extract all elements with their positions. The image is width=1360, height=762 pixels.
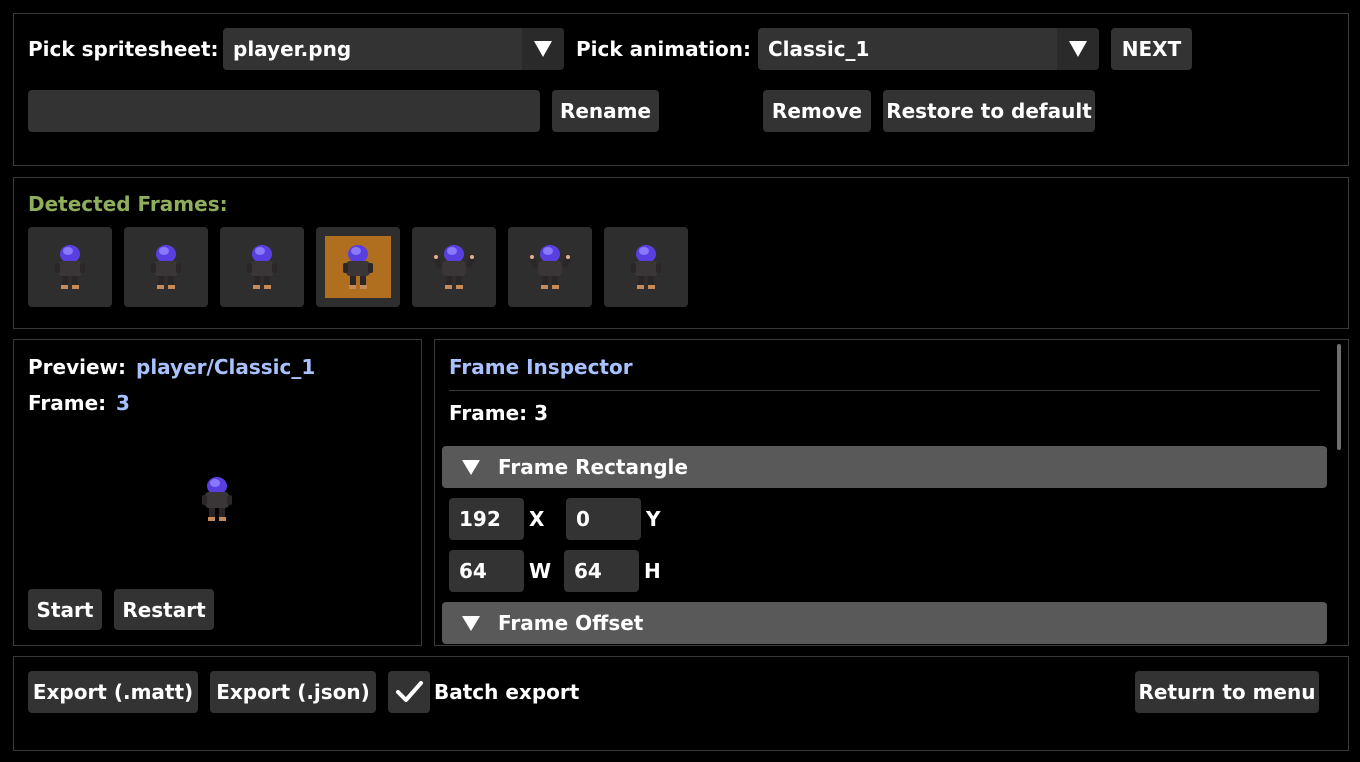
h-label: H	[644, 559, 661, 583]
w-label: W	[529, 559, 552, 583]
sprite-figure-icon	[151, 245, 181, 289]
collapse-arrow-icon	[462, 459, 480, 475]
start-button[interactable]: Start	[28, 589, 102, 630]
collapse-arrow-icon	[462, 615, 480, 631]
chevron-down-icon[interactable]	[522, 28, 564, 70]
rename-input[interactable]	[28, 90, 540, 132]
chevron-down-icon[interactable]	[1057, 28, 1099, 70]
inspector-panel	[434, 339, 1349, 646]
restore-default-button[interactable]: Restore to default	[883, 90, 1095, 132]
y-label: Y	[646, 507, 661, 531]
frame-thumbnail[interactable]	[412, 227, 496, 307]
frame-thumbnail[interactable]	[220, 227, 304, 307]
w-field[interactable]: 64	[449, 550, 524, 592]
preview-frame-value: 3	[116, 391, 130, 415]
next-button[interactable]: NEXT	[1111, 28, 1192, 70]
frame-thumbnail[interactable]	[316, 227, 400, 307]
x-label: X	[529, 507, 545, 531]
frame-thumbnail-bg	[517, 236, 583, 298]
frame-thumbnail[interactable]	[124, 227, 208, 307]
h-field[interactable]: 64	[564, 550, 639, 592]
batch-export-checkbox[interactable]	[388, 671, 430, 713]
checkmark-icon	[396, 681, 423, 702]
rename-button[interactable]: Rename	[552, 90, 659, 132]
sprite-figure-icon	[247, 245, 277, 289]
frame-offset-header[interactable]: Frame Offset	[442, 602, 1327, 644]
frame-rectangle-label: Frame Rectangle	[498, 455, 688, 479]
frame-thumbnail[interactable]	[28, 227, 112, 307]
spritesheet-value: player.png	[233, 37, 352, 61]
frame-rectangle-header[interactable]: Frame Rectangle	[442, 446, 1327, 488]
return-to-menu-button[interactable]: Return to menu	[1135, 671, 1319, 713]
export-json-button[interactable]: Export (.json)	[210, 671, 376, 713]
animation-value: Classic_1	[768, 37, 870, 61]
sprite-figure-icon	[529, 245, 571, 289]
frame-thumbnail-bg	[37, 236, 103, 298]
inspector-divider	[449, 390, 1320, 391]
frame-offset-label: Frame Offset	[498, 611, 644, 635]
inspector-frame: Frame: 3	[449, 401, 549, 425]
preview-frame-label: Frame:	[28, 391, 107, 415]
sprite-figure-icon	[343, 245, 373, 289]
y-field[interactable]: 0	[566, 498, 641, 540]
detected-frames-title: Detected Frames:	[28, 192, 228, 216]
preview-label: Preview:	[28, 355, 127, 379]
sprite-figure-icon	[631, 245, 661, 289]
export-matt-button[interactable]: Export (.matt)	[28, 671, 198, 713]
frame-thumbnail-bg	[325, 236, 391, 298]
restart-button[interactable]: Restart	[114, 589, 214, 630]
frame-thumbnail-bg	[421, 236, 487, 298]
frame-thumbnail[interactable]	[604, 227, 688, 307]
animation-dropdown[interactable]: Classic_1	[758, 28, 1099, 70]
frame-thumbnail-bg	[229, 236, 295, 298]
remove-button[interactable]: Remove	[763, 90, 871, 132]
preview-sprite	[196, 473, 238, 523]
spritesheet-dropdown[interactable]: player.png	[223, 28, 564, 70]
sprite-figure-icon	[55, 245, 85, 289]
batch-export-label: Batch export	[434, 680, 580, 704]
frame-thumbnail-bg	[133, 236, 199, 298]
sprite-figure-icon	[433, 245, 475, 289]
x-field[interactable]: 192	[449, 498, 524, 540]
animation-label: Pick animation:	[576, 37, 751, 61]
inspector-title: Frame Inspector	[449, 355, 633, 379]
preview-name: player/Classic_1	[136, 355, 316, 379]
frame-thumbnail-bg	[613, 236, 679, 298]
inspector-scrollbar[interactable]	[1337, 344, 1341, 450]
spritesheet-label: Pick spritesheet:	[28, 37, 219, 61]
frame-thumbnail[interactable]	[508, 227, 592, 307]
